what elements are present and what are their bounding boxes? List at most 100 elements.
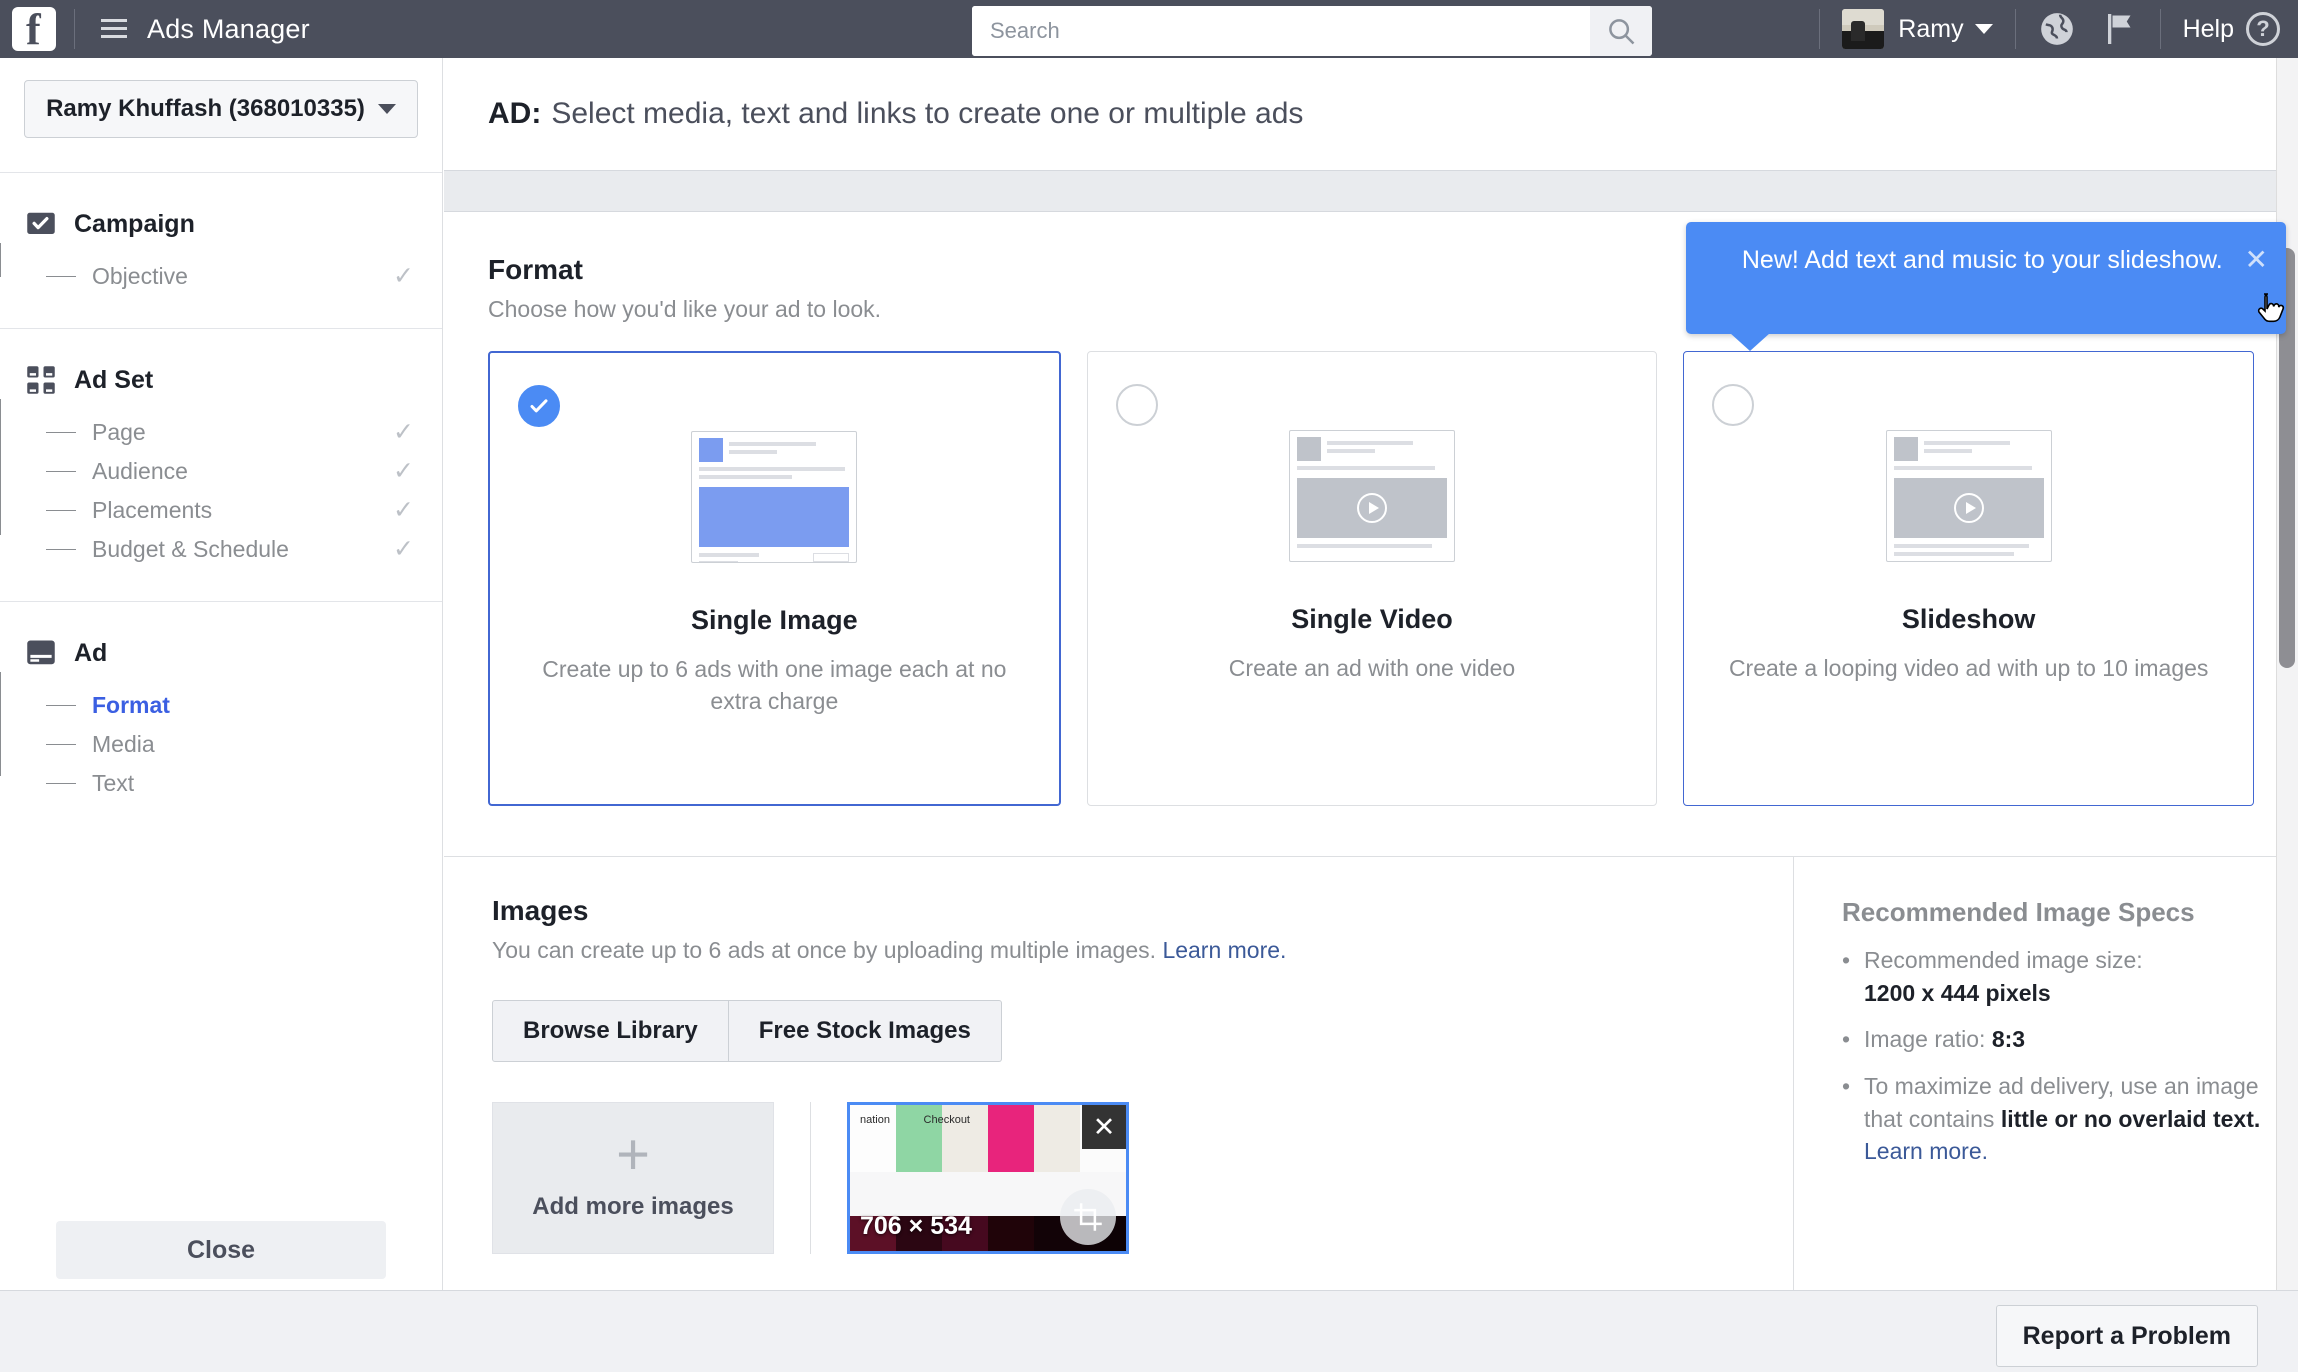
flag-icon[interactable] — [2102, 10, 2138, 48]
check-icon: ✓ — [393, 457, 414, 485]
page-title-text: Select media, text and links to create o… — [551, 97, 1304, 130]
spec-item: • To maximize ad delivery, use an image … — [1842, 1070, 2262, 1168]
spec-item: • Recommended image size: 1200 x 444 pix… — [1842, 944, 2262, 1009]
search-bar[interactable] — [972, 6, 1652, 56]
chevron-down-icon — [377, 104, 396, 114]
add-more-images-label: Add more images — [532, 1193, 734, 1221]
add-more-images-tile[interactable]: + Add more images — [492, 1102, 774, 1254]
sidebar-item-label: Format — [92, 692, 170, 718]
account-selector[interactable]: Ramy Khuffash (368010335) — [24, 80, 418, 138]
images-description-text: You can create up to 6 ads at once by up… — [492, 937, 1157, 963]
sidebar-item-budget-schedule[interactable]: Budget & Schedule ✓ — [46, 530, 442, 569]
sidebar-item-text[interactable]: Text — [46, 764, 442, 803]
question-icon[interactable]: ? — [2246, 12, 2280, 46]
sidebar-group-title: Ad — [74, 638, 108, 667]
sidebar-item-objective[interactable]: Objective ✓ — [46, 257, 442, 296]
images-upload-area: Images You can create up to 6 ads at onc… — [444, 857, 1793, 1317]
crop-image-button[interactable] — [1060, 1189, 1116, 1245]
check-icon: ✓ — [393, 535, 414, 563]
plus-icon: + — [616, 1121, 650, 1187]
sidebar-item-media[interactable]: Media — [46, 725, 442, 764]
radio-unselected-icon[interactable] — [1115, 384, 1158, 426]
sidebar-subitems: Page ✓ Audience ✓ Placements ✓ Budget & … — [0, 399, 442, 569]
sidebar-item-label: Placements — [92, 497, 213, 523]
sidebar-group-title: Ad Set — [74, 365, 154, 394]
slideshow-promo-tooltip: New! Add text and music to your slidesho… — [1686, 222, 2286, 351]
sidebar-item-label: Budget & Schedule — [92, 536, 289, 562]
format-option-single-image[interactable]: Single Image Create up to 6 ads with one… — [488, 351, 1061, 806]
bullet-icon: • — [1842, 947, 1851, 973]
campaign-check-icon — [26, 209, 56, 239]
sidebar-group-header[interactable]: Ad — [0, 638, 442, 668]
avatar[interactable] — [1842, 9, 1885, 49]
remove-image-button[interactable]: ✕ — [1082, 1105, 1126, 1149]
check-icon: ✓ — [393, 418, 414, 446]
sidebar-group-header[interactable]: Ad Set — [0, 365, 442, 395]
single-video-preview — [1289, 430, 1455, 562]
check-icon: ✓ — [393, 262, 414, 290]
play-icon — [1953, 493, 1984, 523]
bullet-icon: • — [1842, 1026, 1851, 1053]
spec-text: Recommended image size: — [1864, 947, 2143, 973]
sidebar-item-label: Media — [92, 731, 155, 757]
sidebar-subitems: Objective ✓ — [0, 243, 442, 296]
spec-strong: little or no overlaid text. — [2000, 1105, 2261, 1132]
close-icon[interactable]: ✕ — [2245, 246, 2268, 274]
header-divider — [1819, 9, 1821, 49]
format-option-slideshow[interactable]: Slideshow Create a looping video ad with… — [1683, 351, 2255, 806]
report-a-problem-button[interactable]: Report a Problem — [1995, 1305, 2258, 1367]
image-dimensions: 706 × 534 — [860, 1212, 972, 1240]
page-title: AD: Select media, text and links to crea… — [444, 58, 2298, 170]
help-label[interactable]: Help — [2183, 15, 2234, 44]
chevron-down-icon[interactable] — [1974, 24, 1993, 34]
ad-set-grid-icon — [26, 365, 56, 395]
spec-strong: 8:3 — [1991, 1026, 2026, 1053]
user-name[interactable]: Ramy — [1898, 15, 1963, 44]
format-option-title: Slideshow — [1901, 604, 2036, 634]
images-learn-more-link[interactable]: Learn more. — [1162, 937, 1286, 963]
top-navigation-bar: Ads Manager Ramy Help ? — [0, 0, 2298, 58]
tooltip-arrow — [1730, 333, 1770, 351]
close-button[interactable]: Close — [56, 1221, 386, 1279]
spec-text: Image ratio: — [1864, 1026, 1992, 1053]
divider — [810, 1102, 811, 1254]
sidebar-item-page[interactable]: Page ✓ — [46, 413, 442, 452]
specs-heading: Recommended Image Specs — [1842, 897, 2195, 927]
search-input[interactable] — [972, 6, 1590, 56]
specs-learn-more-link[interactable]: Learn more. — [1864, 1138, 1988, 1164]
sidebar-group-ad-set: Ad Set Page ✓ Audience ✓ Placements ✓ Bu… — [0, 329, 442, 601]
sidebar-group-header[interactable]: Campaign — [0, 209, 442, 239]
browse-library-button[interactable]: Browse Library — [492, 1000, 729, 1062]
free-stock-images-button[interactable]: Free Stock Images — [728, 1000, 1002, 1062]
images-description: You can create up to 6 ads at once by up… — [492, 937, 1749, 964]
header-divider — [2159, 9, 2161, 49]
uploaded-image-thumbnail[interactable]: nation Checkout ✕ 706 × 534 — [847, 1102, 1129, 1254]
format-option-title: Single Video — [1291, 604, 1453, 634]
facebook-logo-icon[interactable] — [12, 4, 56, 55]
image-specs-panel: Recommended Image Specs • Recommended im… — [1793, 857, 2298, 1317]
spec-strong: 1200 x 444 pixels — [1864, 979, 2051, 1006]
globe-icon[interactable] — [2038, 10, 2076, 48]
search-button[interactable] — [1590, 6, 1652, 56]
radio-selected-icon[interactable] — [518, 385, 560, 427]
radio-unselected-icon[interactable] — [1712, 384, 1755, 426]
header-divider — [2014, 9, 2016, 49]
hamburger-menu-icon[interactable] — [101, 19, 127, 39]
footer-bar: Report a Problem — [0, 1290, 2298, 1372]
sidebar-item-label: Text — [92, 770, 135, 796]
sidebar-item-label: Audience — [92, 458, 188, 484]
sidebar-item-audience[interactable]: Audience ✓ — [46, 452, 442, 491]
check-icon: ✓ — [393, 496, 414, 524]
format-option-description: Create a looping video ad with up to 10 … — [1728, 655, 2209, 681]
sidebar-item-format[interactable]: Format — [46, 686, 442, 725]
format-option-single-video[interactable]: Single Video Create an ad with one video — [1086, 351, 1658, 806]
slideshow-preview — [1885, 430, 2052, 562]
format-option-description: Create up to 6 ads with one image each a… — [542, 656, 1007, 715]
sidebar-group-campaign: Campaign Objective ✓ — [0, 173, 442, 328]
section-band — [444, 170, 2298, 212]
sidebar-item-placements[interactable]: Placements ✓ — [46, 491, 442, 530]
ad-window-icon — [26, 638, 56, 668]
account-label: Ramy Khuffash (368010335) — [46, 95, 365, 122]
sidebar: Ramy Khuffash (368010335) Campaign Objec… — [0, 58, 443, 1290]
bullet-icon: • — [1842, 1072, 1851, 1099]
